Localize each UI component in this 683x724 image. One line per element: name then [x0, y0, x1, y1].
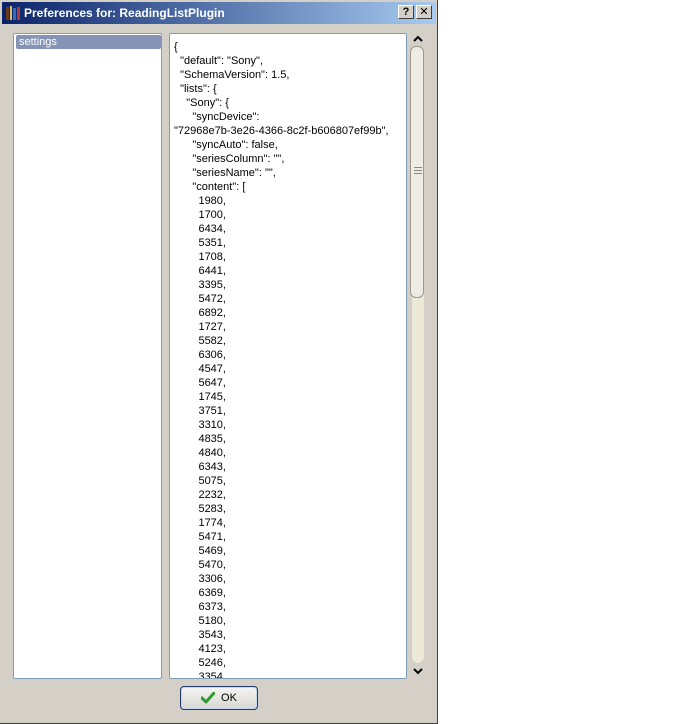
editor-text: { "default": "Sony", "SchemaVersion": 1.… — [174, 40, 389, 679]
editor-line: 4547, — [174, 363, 226, 375]
library-books-icon — [6, 6, 20, 20]
editor-line: 6343, — [174, 461, 226, 473]
window-title: Preferences for: ReadingListPlugin — [24, 6, 225, 20]
vertical-scrollbar[interactable] — [409, 33, 427, 679]
editor-line: "seriesColumn": "", — [174, 153, 285, 165]
preferences-dialog: Preferences for: ReadingListPlugin ? ✕ s… — [0, 0, 438, 724]
editor-line: 5469, — [174, 545, 226, 557]
settings-json-editor[interactable]: { "default": "Sony", "SchemaVersion": 1.… — [169, 33, 407, 679]
editor-line: 6892, — [174, 307, 226, 319]
editor-line: "Sony": { — [174, 97, 229, 109]
ok-button[interactable]: OK — [180, 686, 258, 710]
close-button[interactable]: ✕ — [416, 5, 432, 19]
editor-line: 3354 — [174, 671, 223, 679]
title-bar[interactable]: Preferences for: ReadingListPlugin ? ✕ — [2, 2, 436, 24]
editor-line: "lists": { — [174, 83, 217, 95]
editor-line: 1980, — [174, 195, 226, 207]
editor-line: { — [174, 41, 178, 53]
ok-button-label: OK — [221, 692, 237, 704]
editor-line: 4123, — [174, 643, 226, 655]
help-button[interactable]: ? — [398, 5, 414, 19]
editor-line: 1745, — [174, 391, 226, 403]
editor-line: 3306, — [174, 573, 226, 585]
editor-line: 5075, — [174, 475, 226, 487]
editor-line: "SchemaVersion": 1.5, — [174, 69, 290, 81]
editor-line: 5472, — [174, 293, 226, 305]
chevron-down-icon[interactable] — [412, 667, 424, 677]
editor-line: 6434, — [174, 223, 226, 235]
settings-list-item[interactable]: settings — [16, 35, 161, 49]
editor-line: 5582, — [174, 335, 226, 347]
editor-line: 6306, — [174, 349, 226, 361]
editor-line: 6441, — [174, 265, 226, 277]
editor-line: "default": "Sony", — [174, 55, 263, 67]
chevron-up-icon[interactable] — [412, 35, 424, 45]
editor-line: 5351, — [174, 237, 226, 249]
editor-line: "72968e7b-3e26-4366-8c2f-b606807ef99b", — [174, 125, 389, 137]
editor-line: "content": [ — [174, 181, 246, 193]
editor-line: 5180, — [174, 615, 226, 627]
editor-line: 5647, — [174, 377, 226, 389]
editor-line: 3395, — [174, 279, 226, 291]
editor-line: 1700, — [174, 209, 226, 221]
editor-line: 6369, — [174, 587, 226, 599]
editor-line: 3751, — [174, 405, 226, 417]
editor-line: 4835, — [174, 433, 226, 445]
editor-line: 6373, — [174, 601, 226, 613]
editor-line: "syncDevice": — [174, 111, 260, 123]
grip-icon — [414, 167, 422, 175]
scroll-thumb[interactable] — [410, 46, 424, 298]
settings-list[interactable]: settings — [13, 33, 162, 679]
editor-line: 5283, — [174, 503, 226, 515]
editor-line: 1708, — [174, 251, 226, 263]
check-icon — [201, 692, 216, 704]
editor-line: 3543, — [174, 629, 226, 641]
editor-line: "seriesName": "", — [174, 167, 276, 179]
editor-line: 4840, — [174, 447, 226, 459]
editor-line: 3310, — [174, 419, 226, 431]
editor-line: 5470, — [174, 559, 226, 571]
editor-line: 5246, — [174, 657, 226, 669]
editor-line: 2232, — [174, 489, 226, 501]
editor-line: "syncAuto": false, — [174, 139, 278, 151]
editor-line: 1727, — [174, 321, 226, 333]
editor-line: 5471, — [174, 531, 226, 543]
editor-line: 1774, — [174, 517, 226, 529]
